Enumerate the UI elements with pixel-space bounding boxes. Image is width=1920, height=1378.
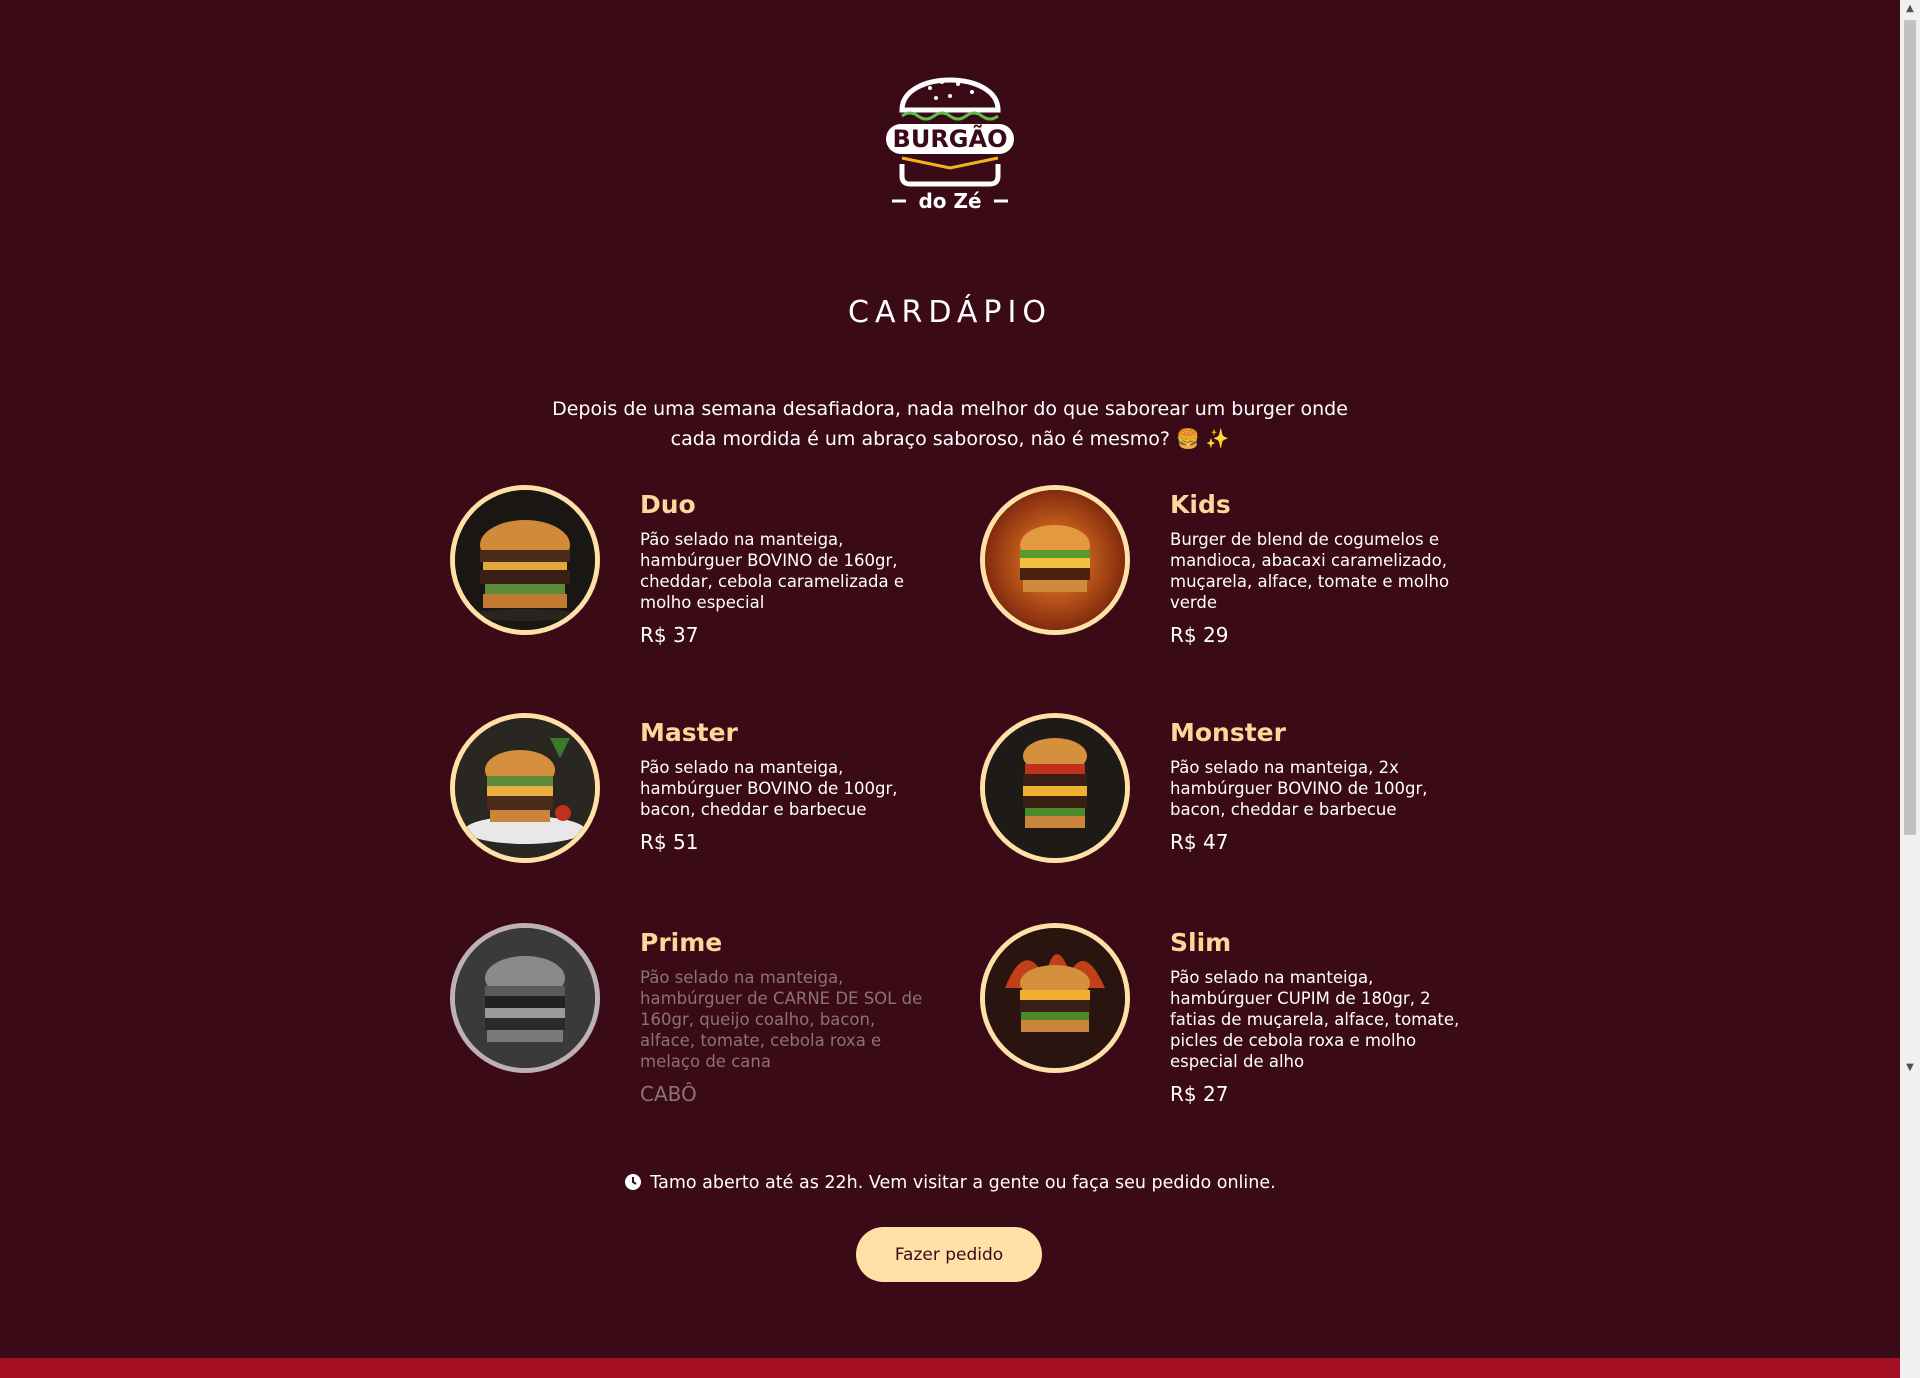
burger-photo [450, 713, 600, 863]
menu-item-duo: Duo Pão selado na manteiga, hambúrguer B… [450, 485, 950, 685]
menu-item-kids: Kids Burger de blend de cogumelos e mand… [980, 485, 1480, 685]
page-title: CARDÁPIO [848, 295, 1052, 331]
item-name: Kids [1170, 490, 1231, 519]
item-description: Pão selado na manteiga, hambúrguer de CA… [640, 968, 923, 1071]
svg-text:do Zé: do Zé [918, 189, 981, 210]
item-price: R$ 29 [1170, 623, 1229, 647]
opening-hours-text: Tamo aberto até as 22h. Vem visitar a ge… [650, 1173, 1276, 1193]
burger-photo [450, 485, 600, 635]
burger-photo-grayscale [450, 923, 600, 1073]
item-description: Pão selado na manteiga, hambúrguer BOVIN… [640, 758, 898, 819]
item-price: R$ 37 [640, 623, 699, 647]
burger-photo [980, 713, 1130, 863]
footer-bar [0, 1358, 1900, 1378]
item-info: Kids Burger de blend de cogumelos e mand… [1170, 490, 1460, 647]
item-name: Duo [640, 490, 696, 519]
scrollbar-corner [1900, 1358, 1920, 1378]
item-description: Pão selado na manteiga, hambúrguer BOVIN… [640, 530, 904, 612]
item-info: Duo Pão selado na manteiga, hambúrguer B… [640, 490, 930, 647]
scrollbar-thumb[interactable] [1904, 20, 1916, 835]
item-price: R$ 51 [640, 830, 699, 854]
opening-hours: Tamo aberto até as 22h. Vem visitar a ge… [0, 1173, 1900, 1193]
clock-icon [625, 1174, 642, 1190]
item-name: Monster [1170, 718, 1286, 747]
item-info: Master Pão selado na manteiga, hambúrgue… [640, 718, 930, 854]
scroll-up-arrow-icon[interactable]: ▲ [1900, 0, 1920, 18]
intro-text: Depois de uma semana desafiadora, nada m… [552, 398, 1348, 450]
burgao-logo: BURGÃO do Zé [886, 77, 1014, 210]
order-button[interactable]: Fazer pedido [856, 1227, 1042, 1282]
item-description: Burger de blend de cogumelos e mandioca,… [1170, 530, 1450, 612]
svg-text:BURGÃO: BURGÃO [893, 124, 1008, 153]
vertical-scrollbar[interactable]: ▲ ▼ [1900, 0, 1920, 1358]
menu-item-master: Master Pão selado na manteiga, hambúrgue… [450, 713, 950, 913]
item-description: Pão selado na manteiga, hambúrguer CUPIM… [1170, 968, 1460, 1071]
burger-photo [980, 923, 1130, 1073]
item-name: Slim [1170, 928, 1232, 957]
item-status-sold-out: CABÔ [640, 1082, 697, 1106]
item-info: Monster Pão selado na manteiga, 2x hambú… [1170, 718, 1460, 854]
item-name: Master [640, 718, 738, 747]
page: BURGÃO do Zé CARDÁPIO Depois de uma sema… [0, 0, 1900, 1358]
menu-grid: Duo Pão selado na manteiga, hambúrguer B… [450, 485, 1459, 1125]
item-info: Slim Pão selado na manteiga, hambúrguer … [1170, 928, 1460, 1106]
menu-item-slim: Slim Pão selado na manteiga, hambúrguer … [980, 923, 1480, 1123]
item-info: Prime Pão selado na manteiga, hambúrguer… [640, 928, 930, 1106]
menu-item-prime: Prime Pão selado na manteiga, hambúrguer… [450, 923, 950, 1123]
item-description: Pão selado na manteiga, 2x hambúrguer BO… [1170, 758, 1428, 819]
item-price: R$ 27 [1170, 1082, 1229, 1106]
menu-item-monster: Monster Pão selado na manteiga, 2x hambú… [980, 713, 1480, 913]
scroll-down-arrow-icon[interactable]: ▼ [1900, 1059, 1920, 1077]
item-name: Prime [640, 928, 723, 957]
item-price: R$ 47 [1170, 830, 1229, 854]
burger-photo [980, 485, 1130, 635]
